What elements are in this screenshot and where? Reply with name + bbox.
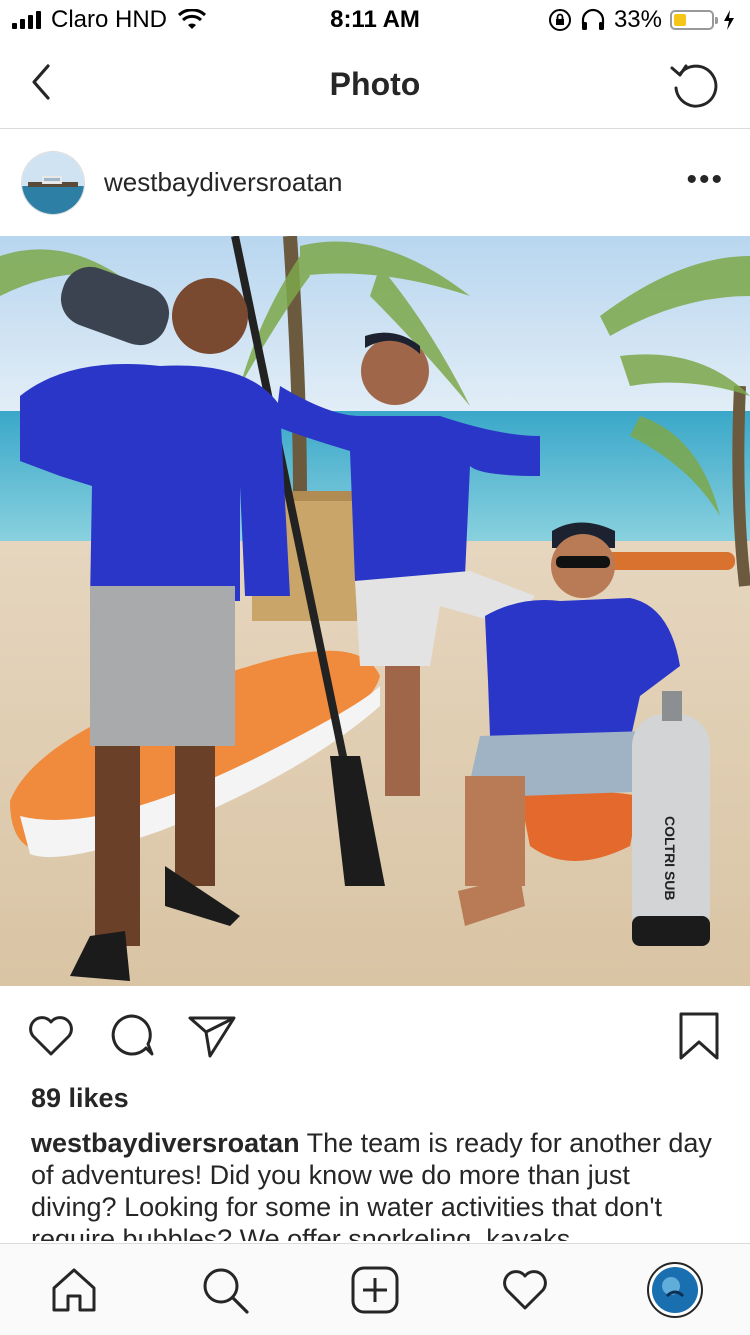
comment-icon[interactable] — [106, 1010, 158, 1062]
beach-photo: COLTRI SUB — [0, 236, 750, 986]
status-right: 33% — [548, 6, 736, 34]
home-icon[interactable] — [48, 1264, 100, 1316]
battery-icon — [670, 10, 718, 30]
orientation-lock-icon — [548, 9, 571, 31]
svg-text:COLTRI SUB: COLTRI SUB — [662, 816, 678, 901]
page-title: Photo — [329, 66, 421, 102]
post-caption: westbaydiversroatan The team is ready fo… — [31, 1127, 721, 1241]
send-icon[interactable] — [186, 1010, 238, 1062]
headphones-icon — [581, 8, 605, 30]
status-bar: Claro HND 8:11 AM 33% — [0, 0, 750, 40]
battery-percent: 33% — [613, 6, 662, 33]
caption-username[interactable]: westbaydiversroatan — [31, 1128, 300, 1158]
add-post-icon[interactable] — [349, 1264, 401, 1316]
heart-icon[interactable] — [25, 1010, 77, 1062]
nav-bar: Photo — [0, 40, 750, 129]
avatar[interactable] — [21, 151, 85, 215]
refresh-button[interactable] — [668, 58, 720, 110]
post-photo[interactable]: COLTRI SUB — [0, 236, 750, 986]
more-options-button[interactable]: ••• — [686, 163, 724, 197]
post-header: westbaydiversroatan ••• — [0, 129, 750, 235]
profile-avatar[interactable] — [647, 1262, 703, 1318]
post-actions — [0, 1000, 750, 1070]
tab-bar — [0, 1243, 750, 1335]
likes-count[interactable]: 89 likes — [31, 1083, 129, 1114]
bookmark-icon[interactable] — [673, 1010, 725, 1062]
post-username[interactable]: westbaydiversroatan — [104, 167, 342, 198]
activity-heart-icon[interactable] — [499, 1264, 551, 1316]
search-icon[interactable] — [199, 1264, 251, 1316]
charging-bolt-icon — [724, 10, 734, 30]
